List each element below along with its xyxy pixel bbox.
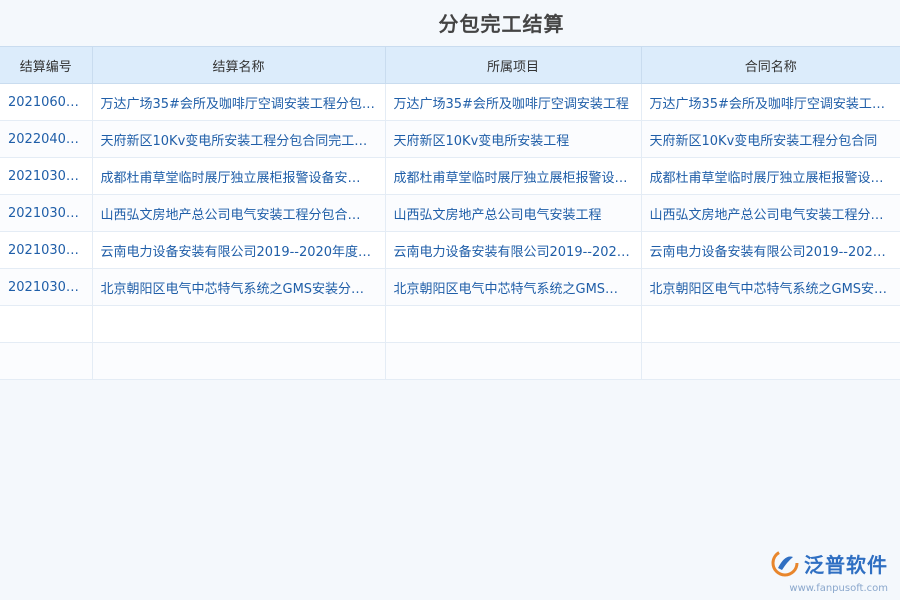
table-row[interactable]: 2021030002云南电力设备安装有限公司2019--2020年度…云南电力设… [0, 232, 900, 269]
cell-settlement-no[interactable]: 2021030003 [0, 195, 92, 232]
brand-logo: 泛普软件 [770, 548, 888, 578]
table-row[interactable]: 2021060001万达广场35#会所及咖啡厅空调安装工程分包…万达广场35#会… [0, 84, 900, 121]
cell-contract-name[interactable] [641, 343, 900, 380]
column-header-settlement-no[interactable]: 结算编号 [0, 47, 92, 84]
cell-contract-name[interactable]: 成都杜甫草堂临时展厅独立展柜报警设备… [641, 158, 900, 195]
cell-project[interactable]: 云南电力设备安装有限公司2019--202… [385, 232, 641, 269]
settlement-table: 结算编号 结算名称 所属项目 合同名称 2021060001万达广场35#会所及… [0, 46, 900, 380]
table-row[interactable] [0, 306, 900, 343]
cell-project[interactable]: 北京朝阳区电气中芯特气系统之GMS… [385, 269, 641, 306]
cell-project[interactable] [385, 306, 641, 343]
cell-settlement-name[interactable]: 天府新区10Kv变电所安装工程分包合同完工… [92, 121, 385, 158]
cell-settlement-name[interactable] [92, 306, 385, 343]
cell-settlement-no[interactable]: 2021030002 [0, 232, 92, 269]
brand-url: www.fanpusoft.com [789, 583, 888, 594]
cell-settlement-name[interactable]: 成都杜甫草堂临时展厅独立展柜报警设备安… [92, 158, 385, 195]
table-row[interactable]: 2021030006成都杜甫草堂临时展厅独立展柜报警设备安…成都杜甫草堂临时展厅… [0, 158, 900, 195]
cell-contract-name[interactable]: 北京朝阳区电气中芯特气系统之GMS安… [641, 269, 900, 306]
table-row[interactable]: 2021030005北京朝阳区电气中芯特气系统之GMS安装分…北京朝阳区电气中芯… [0, 269, 900, 306]
cell-project[interactable]: 山西弘文房地产总公司电气安装工程 [385, 195, 641, 232]
cell-contract-name[interactable]: 山西弘文房地产总公司电气安装工程分包… [641, 195, 900, 232]
cell-settlement-no[interactable]: 2022040003 [0, 121, 92, 158]
cell-settlement-name[interactable]: 万达广场35#会所及咖啡厅空调安装工程分包… [92, 84, 385, 121]
cell-settlement-no[interactable]: 2021030005 [0, 269, 92, 306]
cell-project[interactable] [385, 343, 641, 380]
cell-contract-name[interactable]: 天府新区10Kv变电所安装工程分包合同 [641, 121, 900, 158]
column-header-project[interactable]: 所属项目 [385, 47, 641, 84]
cell-contract-name[interactable] [641, 306, 900, 343]
brand-name: 泛普软件 [804, 549, 888, 578]
table-row[interactable] [0, 343, 900, 380]
table-row[interactable]: 2021030003山西弘文房地产总公司电气安装工程分包合…山西弘文房地产总公司… [0, 195, 900, 232]
cell-contract-name[interactable]: 云南电力设备安装有限公司2019--2020年… [641, 232, 900, 269]
cell-contract-name[interactable]: 万达广场35#会所及咖啡厅空调安装工程… [641, 84, 900, 121]
cell-settlement-name[interactable]: 北京朝阳区电气中芯特气系统之GMS安装分… [92, 269, 385, 306]
cell-project[interactable]: 成都杜甫草堂临时展厅独立展柜报警设… [385, 158, 641, 195]
cell-settlement-no[interactable]: 2021060001 [0, 84, 92, 121]
cell-settlement-name[interactable]: 山西弘文房地产总公司电气安装工程分包合… [92, 195, 385, 232]
cell-settlement-name[interactable]: 云南电力设备安装有限公司2019--2020年度… [92, 232, 385, 269]
fanpu-logo-icon [770, 548, 800, 578]
cell-settlement-name[interactable] [92, 343, 385, 380]
table-header-row: 结算编号 结算名称 所属项目 合同名称 [0, 47, 900, 84]
table-row[interactable]: 2022040003天府新区10Kv变电所安装工程分包合同完工…天府新区10Kv… [0, 121, 900, 158]
cell-settlement-no[interactable]: 2021030006 [0, 158, 92, 195]
column-header-contract-name[interactable]: 合同名称 [641, 47, 900, 84]
cell-project[interactable]: 天府新区10Kv变电所安装工程 [385, 121, 641, 158]
column-header-settlement-name[interactable]: 结算名称 [92, 47, 385, 84]
cell-settlement-no[interactable] [0, 343, 92, 380]
page-title: 分包完工结算 [0, 8, 900, 37]
cell-settlement-no[interactable] [0, 306, 92, 343]
cell-project[interactable]: 万达广场35#会所及咖啡厅空调安装工程 [385, 84, 641, 121]
